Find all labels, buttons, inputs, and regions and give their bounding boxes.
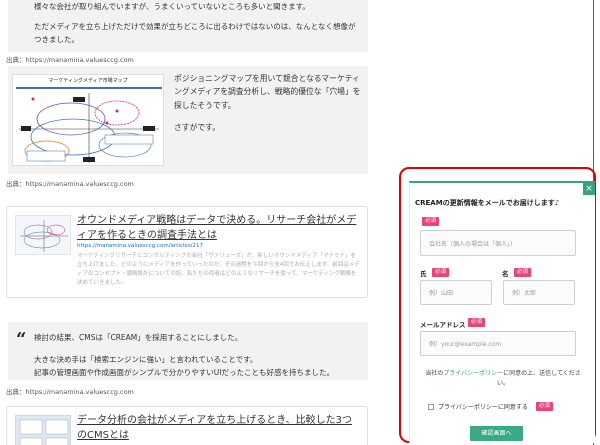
article-content: 様々な会社が取り組んでいますが、うまくいっていないところも多いと聞きます。 ただ…: [0, 0, 380, 445]
thumbnail-image: [19, 419, 69, 445]
card-title-link[interactable]: データ分析の会社がメディアを立ち上げるとき、比較した3つのCMSとは: [77, 413, 361, 443]
quote-line: 記事の管理画面や作成画面がシンプルで分かりやすいUIだったことも好感を持ちました…: [34, 368, 334, 378]
blockquote: “ 検討の結果、CMSは「CREAM」を採用することにしました。 大きな決め手は…: [8, 322, 368, 380]
blockquote: 様々な会社が取り組んでいますが、うまくいっていないところも多いと聞きます。 ただ…: [8, 0, 368, 52]
first-name-label: 名: [502, 270, 509, 278]
figure-block: マーケティングメディア市場マップ ポジショニングマップを用いて競合となるマーケテ…: [8, 66, 368, 174]
card-thumbnail: [15, 415, 71, 445]
required-badge: 必須: [468, 318, 486, 327]
popup-heading: CREAMの更新情報をメールでお届けします♪: [415, 199, 560, 207]
company-input[interactable]: 会社名（個人の場合は「個人」）: [420, 230, 576, 256]
privacy-agree-label[interactable]: プライバシーポリシーに同意する: [438, 402, 528, 411]
required-badge: 必須: [432, 268, 450, 277]
email-label: メールアドレス: [420, 321, 466, 329]
privacy-policy-link[interactable]: プライバシーポリシー: [443, 370, 503, 377]
source-caption: 出典：https://manamina.valuesccg.com: [6, 180, 134, 188]
quote-line: 大きな決め手は「検索エンジンに強い」と言われていることです。: [34, 355, 258, 365]
figure-description: ポジショニングマップを用いて競合となるマーケティングメディアを調査分析し、戦略的…: [174, 72, 364, 134]
market-map-image: [16, 87, 162, 163]
quote-text: 検討の結果、CMSは「CREAM」を採用することにしました。: [34, 333, 243, 342]
card-description: マーケティングリサーチとコンサルティングの会社「ヴァリューズ」が、新しいオウンド…: [77, 253, 360, 287]
quote-text: 大きな決め手は「検索エンジンに強い」と言われていることです。記事の管理画面や作成…: [34, 353, 358, 379]
quote-text: 様々な会社が取り組んでいますが、うまくいっていないところも多いと聞きます。: [34, 2, 310, 11]
card-thumbnail: [15, 215, 71, 255]
required-badge: 必須: [514, 268, 532, 277]
privacy-agree-checkbox[interactable]: [428, 403, 434, 410]
source-caption: 出典：https://manamina.valuesccg.com: [6, 388, 134, 396]
card-title-link[interactable]: オウンドメディア戦略はデータで決める。リサーチ会社がメディアを作るときの調査手法…: [77, 213, 361, 243]
quote-text: ただメディアを立ち上げただけで効果が立ちどころに出るわけではないのは、なんとなく…: [34, 22, 356, 45]
figure-text: さすがです。: [174, 122, 221, 132]
source-caption: 出典：https://manamina.valuesccg.com: [6, 56, 134, 64]
required-badge: 必須: [535, 402, 553, 411]
last-name-input[interactable]: 例）山田: [420, 280, 492, 305]
thumbnail-image: [20, 220, 68, 252]
card-url: https://manamina.valuesccg.com/articles/…: [77, 243, 204, 249]
market-map-figure: マーケティングメディア市場マップ: [12, 74, 164, 166]
related-article-card[interactable]: データ分析の会社がメディアを立ち上げるとき、比較した3つのCMSとは: [6, 406, 368, 445]
close-icon[interactable]: ×: [583, 183, 595, 195]
required-badge: 必須: [422, 217, 440, 226]
figure-text: ポジショニングマップを用いて競合となるマーケティングメディアを調査分析し、戦略的…: [174, 74, 361, 110]
last-name-label: 氏: [420, 270, 427, 278]
newsletter-popup: × CREAMの更新情報をメールでお届けします♪ 必須 会社名（個人の場合は「個…: [409, 181, 595, 443]
privacy-notice: 当社のプライバシーポリシーに同意の上、送信してください。: [422, 369, 584, 388]
quote-mark-icon: “: [16, 329, 27, 350]
related-article-card[interactable]: オウンドメディア戦略はデータで決める。リサーチ会社がメディアを作るときの調査手法…: [6, 206, 368, 298]
notice-text: に同意の上、送信してください。: [496, 370, 581, 387]
confirm-button[interactable]: 確認画面へ: [470, 426, 523, 441]
privacy-agree-row: プライバシーポリシーに同意する 必須: [428, 402, 553, 411]
notice-text: 当社の: [425, 370, 444, 377]
first-name-input[interactable]: 例）太郎: [503, 280, 575, 305]
email-input[interactable]: 例）your@example.com: [420, 331, 576, 356]
